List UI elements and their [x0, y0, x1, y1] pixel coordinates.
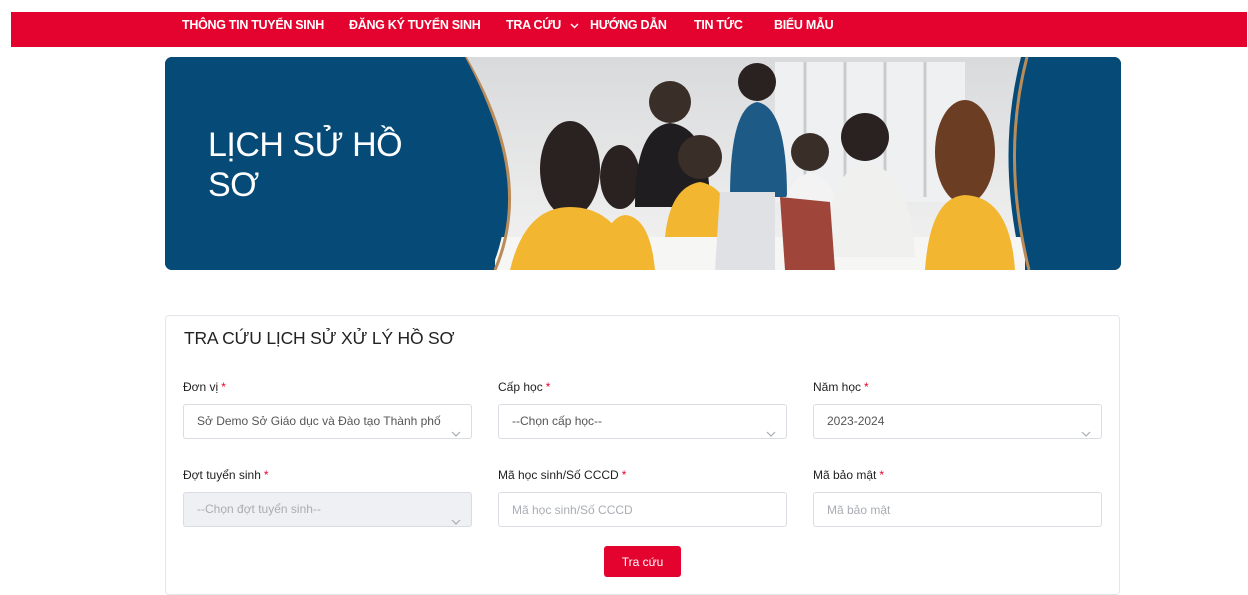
nav-item-bieu-mau[interactable]: BIỂU MẪU [774, 12, 834, 47]
nav-item-tin-tuc[interactable]: TIN TỨC [694, 12, 743, 47]
nav-item-dang-ky-tuyen-sinh[interactable]: ĐĂNG KÝ TUYỂN SINH [349, 12, 481, 47]
nav-item-tra-cuu-label: TRA CỨU [506, 18, 562, 32]
dot-tuyen-sinh-select[interactable]: --Chọn đợt tuyển sinh-- [183, 492, 472, 527]
nav-item-thong-tin-tuyen-sinh[interactable]: THÔNG TIN TUYỂN SINH [182, 12, 324, 47]
required-mark: * [263, 468, 269, 482]
ma-bao-mat-input[interactable] [813, 492, 1102, 527]
chevron-down-icon [451, 505, 461, 526]
don-vi-label-text: Đơn vị [183, 380, 219, 394]
top-navbar: THÔNG TIN TUYỂN SINH ĐĂNG KÝ TUYỂN SINH … [11, 12, 1247, 47]
required-mark: * [621, 468, 627, 482]
ma-hoc-sinh-label-text: Mã học sinh/Số CCCD [498, 468, 619, 482]
tra-cuu-button[interactable]: Tra cứu [604, 546, 681, 577]
ma-hoc-sinh-label: Mã học sinh/Số CCCD * [498, 468, 626, 482]
nav-item-huong-dan[interactable]: HƯỚNG DẪN [590, 12, 667, 47]
form-title: TRA CỨU LỊCH SỬ XỬ LÝ HỒ SƠ [184, 328, 455, 348]
nam-hoc-selected-value: 2023-2024 [827, 414, 885, 428]
don-vi-label: Đơn vị * [183, 380, 226, 394]
page-banner: LỊCH SỬ HỒ SƠ [165, 57, 1121, 270]
required-mark: * [221, 380, 226, 394]
dot-tuyen-sinh-selected-value: --Chọn đợt tuyển sinh-- [197, 502, 321, 516]
nam-hoc-label-text: Năm học [813, 380, 862, 394]
chevron-down-icon [451, 417, 461, 438]
ma-hoc-sinh-input[interactable] [498, 492, 787, 527]
cap-hoc-selected-value: --Chọn cấp học-- [512, 414, 603, 428]
ma-bao-mat-label-text: Mã bảo mật [813, 468, 877, 482]
chevron-down-icon [570, 12, 579, 39]
banner-title-line-2: SƠ [208, 166, 259, 204]
cap-hoc-select[interactable]: --Chọn cấp học-- [498, 404, 787, 439]
dot-tuyen-sinh-label-text: Đợt tuyển sinh [183, 468, 261, 482]
don-vi-select[interactable]: Sở Demo Sở Giáo dục và Đào tạo Thành phố… [183, 404, 472, 439]
nam-hoc-label: Năm học * [813, 380, 869, 394]
ma-bao-mat-label: Mã bảo mật * [813, 468, 884, 482]
cap-hoc-label-text: Cấp học [498, 380, 543, 394]
required-mark: * [864, 380, 869, 394]
nam-hoc-select[interactable]: 2023-2024 [813, 404, 1102, 439]
cap-hoc-label: Cấp học * [498, 380, 550, 394]
required-mark: * [545, 380, 551, 394]
nav-item-tra-cuu[interactable]: TRA CỨU [506, 12, 579, 47]
chevron-down-icon [1081, 417, 1091, 438]
banner-title-line-1: LỊCH SỬ HỒ [208, 126, 403, 164]
dot-tuyen-sinh-label: Đợt tuyển sinh * [183, 468, 269, 482]
chevron-down-icon [766, 417, 776, 438]
banner-title: LỊCH SỬ HỒ SƠ [208, 125, 448, 205]
required-mark: * [879, 468, 885, 482]
don-vi-selected-value: Sở Demo Sở Giáo dục và Đào tạo Thành phố… [197, 414, 441, 428]
